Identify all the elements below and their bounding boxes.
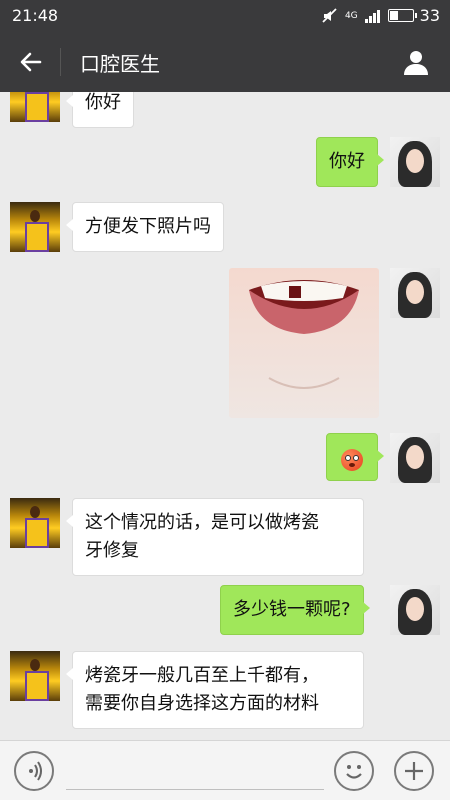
user-avatar[interactable] bbox=[390, 585, 440, 635]
battery-icon bbox=[387, 9, 417, 22]
smiley-icon bbox=[346, 765, 362, 779]
message-bubble-incoming[interactable]: 烤瓷牙一般几百至上千都有， 需要你自身选择这方面的材料 bbox=[66, 651, 364, 729]
message-bubble-incoming[interactable]: 这个情况的话，是可以做烤瓷 牙修复 bbox=[66, 498, 364, 576]
mute-icon bbox=[322, 7, 337, 23]
flushed-face-emoji-icon bbox=[341, 449, 363, 471]
message-text: 方便发下照片吗 bbox=[85, 216, 211, 237]
doctor-avatar[interactable] bbox=[10, 651, 60, 701]
chat-messages[interactable]: 你好 你好 方便发下照片吗 这个情况的话，是可以做烤瓷 牙修复 多少钱一颗呢? … bbox=[0, 92, 450, 740]
battery-level: 33 bbox=[419, 6, 440, 25]
battery-fill bbox=[389, 11, 398, 20]
signal-icon bbox=[364, 9, 380, 23]
message-bubble-outgoing[interactable] bbox=[326, 433, 384, 481]
message-text: 你好 bbox=[85, 92, 121, 113]
arrow-left-icon[interactable] bbox=[18, 49, 44, 75]
message-text: 你好 bbox=[329, 151, 365, 172]
message-text-line: 烤瓷牙一般几百至上千都有， bbox=[85, 665, 319, 686]
user-avatar[interactable] bbox=[390, 433, 440, 483]
person-icon[interactable] bbox=[402, 48, 430, 76]
message-text-line: 需要你自身选择这方面的材料 bbox=[85, 693, 319, 714]
voice-button[interactable] bbox=[14, 751, 54, 791]
input-bar bbox=[0, 740, 450, 800]
user-avatar[interactable] bbox=[390, 268, 440, 318]
network-type: 4G bbox=[344, 10, 358, 21]
message-bubble-outgoing[interactable]: 多少钱一颗呢? bbox=[220, 585, 370, 635]
message-bubble-outgoing[interactable]: 你好 bbox=[316, 137, 384, 187]
more-button[interactable] bbox=[394, 751, 434, 791]
status-bar: 21:48 4G 33 bbox=[0, 0, 450, 32]
teeth-photo-image bbox=[229, 268, 379, 418]
doctor-avatar[interactable] bbox=[10, 92, 60, 122]
message-text-line: 牙修复 bbox=[85, 540, 139, 561]
doctor-avatar[interactable] bbox=[10, 498, 60, 548]
doctor-avatar[interactable] bbox=[10, 202, 60, 252]
header-divider bbox=[60, 48, 61, 76]
chat-title: 口腔医生 bbox=[80, 52, 160, 76]
chat-header: 口腔医生 bbox=[0, 32, 450, 92]
voice-icon bbox=[29, 761, 42, 781]
message-input[interactable] bbox=[66, 789, 324, 790]
message-bubble-incoming[interactable]: 你好 bbox=[66, 92, 134, 128]
message-bubble-incoming[interactable]: 方便发下照片吗 bbox=[66, 202, 224, 252]
message-text: 多少钱一颗呢? bbox=[233, 599, 351, 620]
teeth-photo[interactable] bbox=[229, 268, 379, 418]
message-text-line: 这个情况的话，是可以做烤瓷 bbox=[85, 512, 319, 533]
user-avatar[interactable] bbox=[390, 137, 440, 187]
status-icons: 4G 33 bbox=[321, 6, 440, 25]
emoji-button[interactable] bbox=[334, 751, 374, 791]
plus-icon bbox=[405, 762, 423, 780]
status-time: 21:48 bbox=[12, 6, 59, 25]
